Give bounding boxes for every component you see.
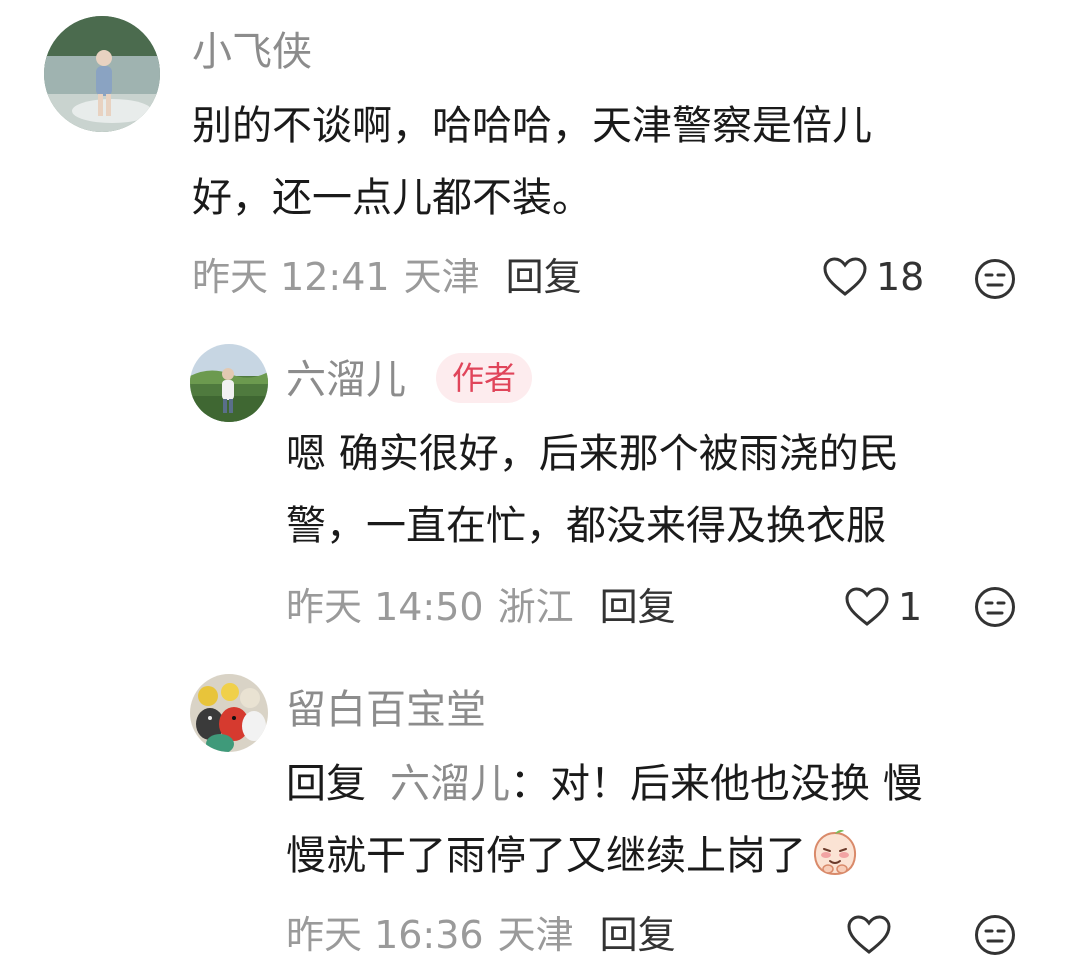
- unhappy-face-icon[interactable]: [974, 258, 1016, 300]
- reply-button[interactable]: 回复: [600, 916, 676, 954]
- content-line: 嗯 确实很好，后来那个被雨浇的民: [286, 431, 899, 477]
- like-button[interactable]: [846, 914, 900, 956]
- author-badge: 作者: [436, 353, 533, 403]
- comment-content: 嗯 确实很好，后来那个被雨浇的民 警，一直在忙，都没来得及换衣服: [286, 418, 899, 562]
- avatar[interactable]: [44, 16, 160, 132]
- content-line: 好，还一点儿都不装。: [192, 175, 592, 221]
- comment-username[interactable]: 小飞侠: [192, 32, 312, 72]
- content-line: 慢就干了雨停了又继续上岗了: [286, 820, 923, 892]
- content-line: 警，一直在忙，都没来得及换衣服: [286, 503, 886, 549]
- comment-content: 回复 六溜儿：对！后来他也没换 慢 慢就干了雨停了又继续上岗了: [286, 748, 923, 892]
- comment-time: 昨天 12:41: [192, 255, 390, 299]
- comment-time: 昨天 14:50: [286, 585, 484, 629]
- reply-colon: ：: [510, 761, 550, 807]
- unhappy-face-icon[interactable]: [974, 914, 1016, 956]
- unhappy-face-icon[interactable]: [974, 586, 1016, 628]
- comment-time: 昨天 16:36: [286, 913, 484, 957]
- comment-meta: 昨天 16:36 天津 回复: [286, 916, 676, 954]
- content-line: 回复 六溜儿：对！后来他也没换 慢: [286, 748, 923, 820]
- reply-button[interactable]: 回复: [506, 258, 582, 296]
- heart-outline-icon: [847, 915, 891, 954]
- heart-outline-icon: [845, 587, 889, 626]
- avatar-photo: [190, 674, 268, 752]
- reply-prefix: 回复: [286, 761, 366, 807]
- comment-location: 浙江: [497, 585, 574, 629]
- comment-content: 别的不谈啊，哈哈哈，天津警察是倍儿 好，还一点儿都不装。: [192, 90, 872, 234]
- avatar[interactable]: [190, 344, 268, 422]
- content-text: 慢就干了雨停了又继续上岗了: [286, 833, 806, 879]
- content-line: 别的不谈啊，哈哈哈，天津警察是倍儿: [192, 103, 872, 149]
- reply-button[interactable]: 回复: [600, 588, 676, 626]
- like-button[interactable]: 18: [822, 256, 924, 298]
- like-button[interactable]: 1: [844, 586, 922, 628]
- comment-1: 小飞侠 别的不谈啊，哈哈哈，天津警察是倍儿 好，还一点儿都不装。 昨天 12:4…: [0, 0, 1080, 330]
- content-text: 对！后来他也没换 慢: [550, 761, 923, 807]
- comment-location: 天津: [403, 255, 480, 299]
- comment-3: 留白百宝堂 回复 六溜儿：对！后来他也没换 慢 慢就干了雨停了又继续上岗了 昨天 …: [0, 660, 1080, 970]
- comment-username[interactable]: 六溜儿: [286, 360, 406, 400]
- comment-username[interactable]: 留白百宝堂: [286, 690, 486, 730]
- like-count: 18: [876, 255, 925, 299]
- comment-meta: 昨天 14:50 浙江 回复: [286, 588, 676, 626]
- avatar-photo: [190, 344, 268, 422]
- avatar[interactable]: [190, 674, 268, 752]
- comment-2: 六溜儿 作者 嗯 确实很好，后来那个被雨浇的民 警，一直在忙，都没来得及换衣服 …: [0, 330, 1080, 660]
- like-count: 1: [898, 585, 923, 629]
- avatar-photo: [44, 16, 160, 132]
- reply-target-username[interactable]: 六溜儿: [390, 761, 510, 807]
- heart-outline-icon: [823, 257, 867, 296]
- comment-meta: 昨天 12:41 天津 回复: [192, 258, 582, 296]
- blushing-peach-emoji-icon: [810, 827, 860, 877]
- comment-location: 天津: [497, 913, 574, 957]
